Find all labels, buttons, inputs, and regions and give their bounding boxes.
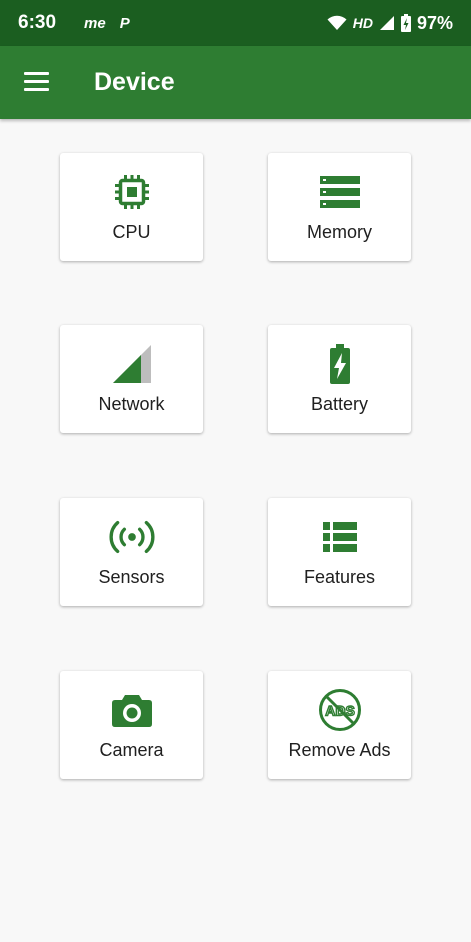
card-label-camera: Camera [99, 740, 164, 760]
cpu-chip-icon [109, 171, 155, 213]
camera-card[interactable]: Camera [60, 671, 203, 779]
cpu-card[interactable]: CPU [60, 153, 203, 261]
network-card[interactable]: Network [60, 325, 203, 433]
features-list-icon [317, 516, 363, 558]
battery-card[interactable]: Battery [268, 325, 411, 433]
no-ads-icon: ADS [317, 689, 363, 731]
sensors-icon [109, 516, 155, 558]
card-label-cpu: CPU [112, 222, 151, 242]
card-label-network: Network [98, 394, 165, 414]
card-label-sensors: Sensors [98, 567, 165, 587]
card-label-battery: Battery [310, 394, 369, 414]
device-grid: CPU Memory Network Battery Sensors Featu… [0, 0, 471, 942]
memory-storage-icon [317, 171, 363, 213]
camera-icon [109, 689, 155, 731]
card-label-remove-ads: Remove Ads [288, 740, 391, 760]
battery-charging-icon [317, 343, 363, 385]
features-card[interactable]: Features [268, 498, 411, 606]
remove-ads-card[interactable]: ADS Remove Ads [268, 671, 411, 779]
sensors-card[interactable]: Sensors [60, 498, 203, 606]
memory-card[interactable]: Memory [268, 153, 411, 261]
network-signal-icon [109, 343, 155, 385]
card-label-memory: Memory [306, 222, 372, 242]
card-label-features: Features [303, 567, 376, 587]
